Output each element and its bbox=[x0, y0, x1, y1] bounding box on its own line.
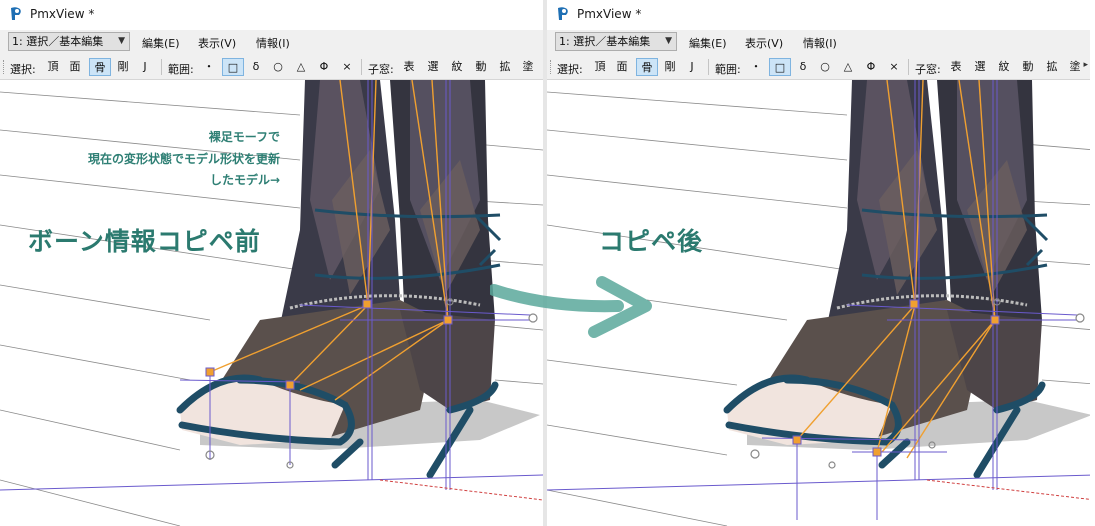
range-circle-button[interactable]: ○ bbox=[270, 58, 286, 76]
child-window-label: 子窓: bbox=[368, 63, 394, 76]
child-select-button[interactable]: 選 bbox=[972, 58, 988, 76]
model-render bbox=[0, 80, 543, 526]
window-title: PmxView * bbox=[30, 7, 95, 21]
child-window-label: 子窓: bbox=[915, 63, 941, 76]
3d-viewport[interactable]: 裸足モーフで 現在の変形状態でモデル形状を更新 したモデル→ ボーン情報コピペ前 bbox=[0, 80, 543, 526]
mode-select-value: 1: 選択／基本編集 bbox=[559, 35, 651, 48]
select-joint-button[interactable]: J bbox=[138, 58, 152, 76]
toolbar-grip[interactable] bbox=[3, 60, 6, 74]
child-crest-button[interactable]: 紋 bbox=[449, 58, 465, 76]
menu-bar: 1: 選択／基本編集 ▼ 編集(E) 表示(V) 情報(I) bbox=[547, 30, 1090, 55]
select-bone-button[interactable]: 骨 bbox=[89, 58, 111, 76]
left-leg bbox=[827, 80, 947, 325]
range-clear-button[interactable]: × bbox=[340, 58, 354, 76]
after-label: コピペ後 bbox=[599, 227, 704, 256]
toolbar-separator bbox=[908, 59, 909, 75]
select-vertex-button[interactable]: 頂 bbox=[44, 58, 62, 76]
child-table-button[interactable]: 表 bbox=[401, 58, 417, 76]
range-point-button[interactable]: ・ bbox=[202, 58, 216, 76]
axis-line bbox=[379, 479, 543, 501]
select-label: 選択: bbox=[557, 63, 583, 76]
range-rect-button[interactable]: □ bbox=[222, 58, 244, 76]
note-line-1: 裸足モーフで bbox=[208, 130, 280, 144]
note-line-2: 現在の変形状態でモデル形状を更新 bbox=[87, 152, 280, 166]
menu-info[interactable]: 情報(I) bbox=[803, 35, 837, 51]
child-expand-button[interactable]: 拡 bbox=[497, 58, 513, 76]
range-label: 範囲: bbox=[715, 63, 741, 76]
child-paint-button[interactable]: 塗 bbox=[1067, 58, 1083, 76]
menu-edit[interactable]: 編集(E) bbox=[142, 35, 180, 51]
range-label: 範囲: bbox=[168, 63, 194, 76]
viewer-window-after: PmxView * 1: 選択／基本編集 ▼ 編集(E) 表示(V) 情報(I)… bbox=[547, 0, 1090, 526]
child-motion-button[interactable]: 動 bbox=[1020, 58, 1036, 76]
range-rect-button[interactable]: □ bbox=[769, 58, 791, 76]
axis-line bbox=[926, 479, 1090, 500]
menu-view[interactable]: 表示(V) bbox=[745, 35, 783, 51]
note-line-3: したモデル→ bbox=[209, 173, 280, 187]
range-delta-button[interactable]: δ bbox=[248, 58, 264, 76]
left-leg bbox=[280, 80, 400, 325]
before-label: ボーン情報コピペ前 bbox=[28, 227, 261, 256]
viewer-window-before: PmxView * 1: 選択／基本編集 ▼ 編集(E) 表示(V) 情報(I)… bbox=[0, 0, 543, 526]
range-phi-button[interactable]: Φ bbox=[863, 58, 879, 76]
select-vertex-button[interactable]: 頂 bbox=[591, 58, 609, 76]
range-point-button[interactable]: ・ bbox=[749, 58, 763, 76]
select-joint-button[interactable]: J bbox=[685, 58, 699, 76]
menu-info[interactable]: 情報(I) bbox=[256, 35, 290, 51]
window-title: PmxView * bbox=[577, 7, 642, 21]
mode-select[interactable]: 1: 選択／基本編集 ▼ bbox=[555, 32, 677, 51]
select-label: 選択: bbox=[10, 63, 36, 76]
right-leg bbox=[390, 80, 495, 325]
mode-select[interactable]: 1: 選択／基本編集 ▼ bbox=[8, 32, 130, 51]
range-phi-button[interactable]: Φ bbox=[316, 58, 332, 76]
child-select-button[interactable]: 選 bbox=[425, 58, 441, 76]
toolbar: 選択: 頂 面 骨 剛 J 範囲: ・ □ δ ○ △ Φ × 子窓: 表 選 … bbox=[0, 55, 543, 80]
select-rigid-button[interactable]: 剛 bbox=[114, 58, 132, 76]
toolbar-separator bbox=[708, 59, 709, 75]
child-motion-button[interactable]: 動 bbox=[473, 58, 489, 76]
range-clear-button[interactable]: × bbox=[887, 58, 901, 76]
chevron-down-icon: ▼ bbox=[118, 36, 125, 46]
range-triangle-button[interactable]: △ bbox=[840, 58, 856, 76]
select-face-button[interactable]: 面 bbox=[66, 58, 84, 76]
title-bar: PmxView * bbox=[547, 0, 1090, 30]
toolbar-grip[interactable] bbox=[550, 60, 553, 74]
child-table-button[interactable]: 表 bbox=[948, 58, 964, 76]
range-triangle-button[interactable]: △ bbox=[293, 58, 309, 76]
transition-arrow-icon bbox=[490, 276, 652, 338]
child-paint-button[interactable]: 塗 bbox=[520, 58, 536, 76]
toolbar-separator bbox=[161, 59, 162, 75]
select-rigid-button[interactable]: 剛 bbox=[661, 58, 679, 76]
toolbar-overflow-icon[interactable]: ▸ bbox=[1083, 60, 1088, 70]
menu-view[interactable]: 表示(V) bbox=[198, 35, 236, 51]
child-expand-button[interactable]: 拡 bbox=[1044, 58, 1060, 76]
menu-edit[interactable]: 編集(E) bbox=[689, 35, 727, 51]
range-circle-button[interactable]: ○ bbox=[817, 58, 833, 76]
menu-bar: 1: 選択／基本編集 ▼ 編集(E) 表示(V) 情報(I) bbox=[0, 30, 543, 55]
pmxview-app-icon bbox=[11, 7, 21, 20]
toolbar-separator bbox=[361, 59, 362, 75]
range-delta-button[interactable]: δ bbox=[795, 58, 811, 76]
select-bone-button[interactable]: 骨 bbox=[636, 58, 658, 76]
pmxview-app-icon bbox=[558, 7, 568, 20]
child-crest-button[interactable]: 紋 bbox=[996, 58, 1012, 76]
title-bar: PmxView * bbox=[0, 0, 543, 30]
select-face-button[interactable]: 面 bbox=[613, 58, 631, 76]
chevron-down-icon: ▼ bbox=[665, 36, 672, 46]
toolbar: 選択: 頂 面 骨 剛 J 範囲: ・ □ δ ○ △ Φ × 子窓: 表 選 … bbox=[547, 55, 1090, 80]
right-leg bbox=[937, 80, 1042, 325]
mode-select-value: 1: 選択／基本編集 bbox=[12, 35, 104, 48]
